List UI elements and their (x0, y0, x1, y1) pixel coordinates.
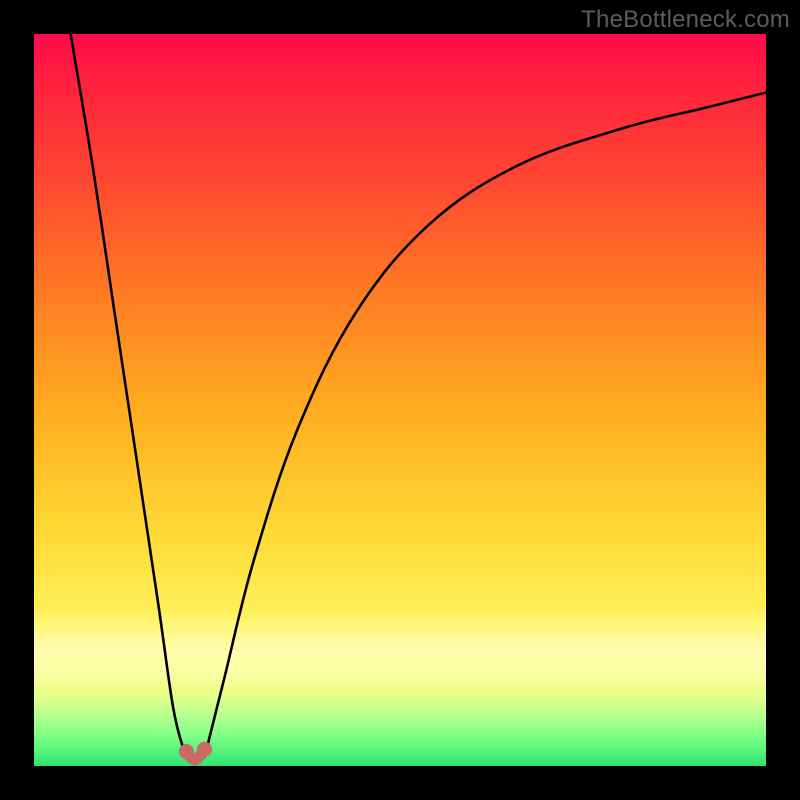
bottleneck-curve (71, 34, 766, 762)
attribution-text: TheBottleneck.com (581, 6, 790, 34)
valley-marker-0 (179, 744, 194, 759)
curve-layer (34, 34, 766, 766)
plot-area (34, 34, 766, 766)
valley-marker-1 (197, 742, 212, 757)
chart-frame: TheBottleneck.com (0, 0, 800, 800)
